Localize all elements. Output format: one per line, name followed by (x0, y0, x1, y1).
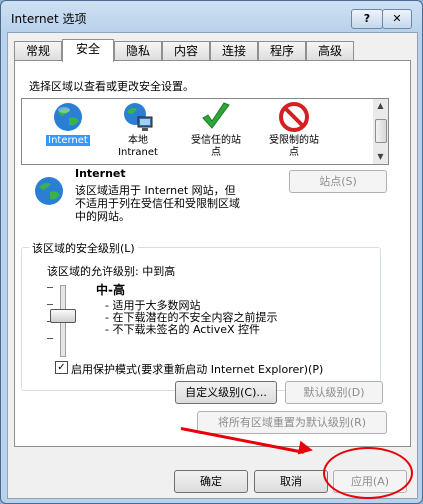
scroll-down-icon[interactable]: ▼ (373, 150, 388, 164)
slider-tick (47, 338, 53, 339)
level-bullet: - 不下载未签名的 ActiveX 控件 (105, 323, 261, 336)
zone-local-intranet[interactable]: 本地 Intranet (106, 101, 170, 159)
zone-label: 受限制的站 点 (269, 135, 319, 158)
security-level-label: 该区域的安全级别(L) (29, 240, 138, 256)
tab-connections[interactable]: 连接 (210, 41, 258, 61)
zone-restricted-sites[interactable]: 受限制的站 点 (262, 101, 326, 159)
tab-security[interactable]: 安全 (62, 39, 114, 62)
zone-label: Internet (46, 135, 90, 146)
tab-programs[interactable]: 程序 (258, 41, 306, 61)
zone-label: 受信任的站 点 (191, 135, 241, 158)
internet-options-dialog: Internet 选项 ? ✕ 常规 安全 隐私 内容 连接 程序 高级 选择区… (0, 0, 423, 504)
security-level-slider[interactable] (50, 309, 76, 323)
globe-icon (35, 177, 63, 205)
annotation-circle (323, 447, 413, 499)
allowed-levels-text: 该区域的允许级别: 中到高 (47, 265, 176, 278)
scroll-up-icon[interactable]: ▲ (373, 99, 388, 113)
scroll-thumb[interactable] (375, 119, 387, 143)
cancel-button[interactable]: 取消 (254, 470, 328, 493)
ok-button[interactable]: 确定 (174, 470, 248, 493)
restricted-icon (279, 102, 309, 132)
reset-all-zones-button[interactable]: 将所有区域重置为默认级别(R) (197, 411, 387, 434)
zone-description: 该区域适用于 Internet 网站，但 不适用于列在受信任和受限制区域 中的网… (75, 184, 240, 223)
close-button[interactable]: ✕ (382, 9, 412, 29)
intranet-icon (124, 103, 153, 131)
slider-tick (47, 287, 53, 288)
default-level-button[interactable]: 默认级别(D) (285, 381, 383, 404)
zone-trusted-sites[interactable]: 受信任的站 点 (184, 101, 248, 159)
window-title: Internet 选项 (11, 12, 87, 26)
slider-tick (47, 304, 53, 305)
sites-button[interactable]: 站点(S) (289, 170, 387, 193)
zone-list[interactable]: Internet 本地 Intranet 受信任的站 点 受限制的站 点 (21, 98, 375, 165)
protected-mode-label: 启用保护模式(要求重新启动 Internet Explorer)(P) (71, 363, 324, 376)
tab-privacy[interactable]: 隐私 (114, 41, 162, 61)
tab-general[interactable]: 常规 (14, 41, 62, 61)
zone-title: Internet (75, 167, 126, 180)
zone-label: 本地 Intranet (118, 135, 158, 158)
protected-mode-checkbox[interactable]: ✓ (55, 361, 68, 374)
tab-content[interactable]: 内容 (162, 41, 210, 61)
select-zone-prompt: 选择区域以查看或更改安全设置。 (29, 80, 194, 93)
tab-advanced[interactable]: 高级 (306, 41, 354, 61)
annotation-arrowhead (297, 440, 315, 458)
zone-internet[interactable]: Internet (36, 101, 100, 147)
zone-list-scrollbar[interactable]: ▲ ▼ (373, 98, 389, 165)
check-icon (202, 102, 230, 129)
help-button[interactable]: ? (351, 9, 383, 29)
globe-icon (54, 103, 82, 131)
level-name: 中-高 (96, 283, 125, 297)
custom-level-button[interactable]: 自定义级别(C)... (175, 381, 277, 404)
